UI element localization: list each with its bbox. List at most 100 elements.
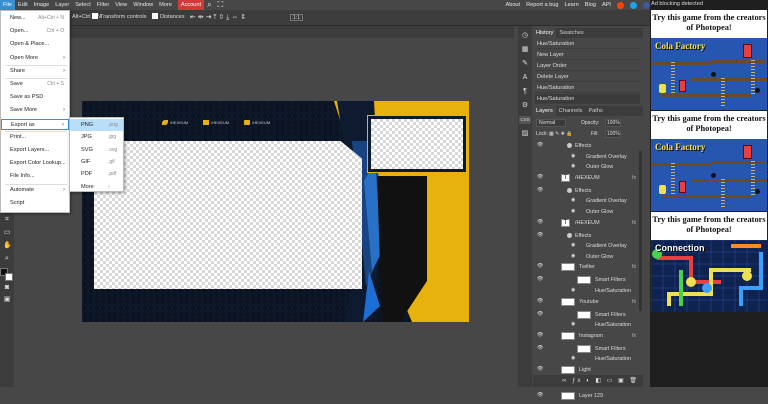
eye-icon[interactable]: ◉ <box>571 209 577 214</box>
menu-window[interactable]: Window <box>130 0 156 10</box>
layers-scrollbar[interactable] <box>639 151 642 311</box>
eye-icon[interactable]: ◉ <box>571 253 577 259</box>
file-menu-save-more[interactable]: Save More › <box>1 105 69 116</box>
export-svg[interactable]: SVG .svg <box>70 144 123 156</box>
eye-icon[interactable]: ◉ <box>571 356 577 361</box>
layer-row[interactable]: 👁 Effects <box>533 231 641 242</box>
history-icon[interactable]: ◷ <box>521 32 529 40</box>
link-about[interactable]: About <box>505 2 520 8</box>
eye-icon[interactable]: 👁 <box>537 264 543 269</box>
eye-icon[interactable]: 👁 <box>537 232 543 238</box>
history-item[interactable]: New Layer <box>535 50 640 60</box>
zoom-button[interactable]: 1:1 <box>290 14 303 21</box>
layer-row[interactable]: ◉ Gradient Overlay <box>533 152 641 163</box>
file-menu-export-as[interactable]: Export as › <box>1 118 69 130</box>
layer-row[interactable]: ◉ Hue/Saturation <box>533 286 641 297</box>
eye-icon[interactable]: 👁 <box>537 219 543 225</box>
file-menu-open-place[interactable]: Open & Place... <box>1 39 69 50</box>
fx-badge[interactable]: fx <box>632 262 636 272</box>
distances-toggle[interactable]: Distances <box>152 13 185 22</box>
align-icons[interactable]: ⇤ ⇹ ⇥ ⤒ ⇳ ⤓ ⇔ ⇕ <box>190 13 246 22</box>
eye-icon[interactable]: ◉ <box>571 164 577 169</box>
layer-row[interactable]: 👁 Smart Filters <box>533 275 641 286</box>
history-item[interactable]: Delete Layer <box>535 72 640 82</box>
design-canvas[interactable]: /HEXEUM /HEXEUM /HEXEUM <box>82 101 469 322</box>
transform-controls-toggle[interactable]: Transform controls <box>92 13 146 22</box>
fill-field[interactable]: 100% <box>605 130 621 138</box>
swatches-icon[interactable]: ▦ <box>521 46 529 54</box>
layer-row[interactable]: ◉ Outer Glow <box>533 162 641 173</box>
file-menu-export-color-lookup[interactable]: Export Color Lookup... <box>1 158 69 169</box>
menu-file[interactable]: File <box>0 0 16 10</box>
file-menu-save-as-psd[interactable]: Save as PSD <box>1 92 69 103</box>
layer-row[interactable]: 👁 Twitter fx <box>533 262 641 275</box>
layer-row[interactable]: 👁 Effects <box>533 186 641 197</box>
menu-image[interactable]: Image <box>31 0 53 10</box>
menu-view[interactable]: View <box>112 0 130 10</box>
layer-row[interactable]: 👁 Effects <box>533 141 641 152</box>
layer-row[interactable]: ◉ Outer Glow <box>533 252 641 263</box>
reddit-icon[interactable] <box>617 1 624 9</box>
ad-banner[interactable]: Try this game from the creators of Photo… <box>651 111 767 211</box>
layer-row[interactable]: ◉ Gradient Overlay <box>533 196 641 207</box>
file-menu-new[interactable]: New... Alt+Ctrl + N <box>1 13 69 24</box>
eye-icon[interactable]: ◉ <box>571 198 577 203</box>
eye-icon[interactable]: ◉ <box>571 288 577 293</box>
eye-icon[interactable]: ◉ <box>571 243 577 248</box>
search-icon[interactable]: ⌕ <box>204 0 214 10</box>
file-menu-print[interactable]: Print... <box>1 132 69 143</box>
eye-icon[interactable]: 👁 <box>537 143 543 148</box>
rectangle-icon[interactable]: ▭ <box>3 229 11 236</box>
layer-actions[interactable]: ∞ ƒx ◐ ◧ ▭ ▣ 🗑 <box>533 375 643 387</box>
layer-row[interactable]: 👁 T/HEXEUM fx <box>533 173 641 186</box>
facebook-icon[interactable] <box>643 1 650 9</box>
eye-icon[interactable]: 👁 <box>537 332 543 338</box>
eye-icon[interactable]: 👁 <box>537 277 543 282</box>
ad-banner[interactable]: Try this game from the creators of Photo… <box>651 10 767 110</box>
export-jpg[interactable]: JPG .jpg <box>70 131 123 143</box>
menu-more[interactable]: More <box>156 0 175 10</box>
export-pdf[interactable]: PDF .pdf <box>70 168 123 180</box>
fx-badge[interactable]: fx <box>632 218 636 228</box>
file-menu-save[interactable]: Save Ctrl + S <box>1 79 69 90</box>
file-menu-open-more[interactable]: Open More › <box>1 53 69 64</box>
quick-mask-icon[interactable]: ◙ <box>3 284 11 291</box>
eye-icon[interactable]: ◉ <box>571 322 577 327</box>
layer-row[interactable]: 👁 Layer 129 <box>533 391 641 404</box>
layer-row[interactable]: 👁 T/HEXEUM fx <box>533 218 641 231</box>
eye-icon[interactable]: 👁 <box>537 187 543 193</box>
tab-history[interactable]: History <box>533 28 557 38</box>
opacity-field[interactable]: 100% <box>605 119 621 127</box>
history-item[interactable]: Layer Order <box>535 61 640 71</box>
image-icon[interactable]: ▨ <box>521 130 529 138</box>
menu-filter[interactable]: Filter <box>94 0 112 10</box>
character-icon[interactable]: A <box>521 74 529 82</box>
link-learn[interactable]: Learn <box>564 2 578 8</box>
file-menu-automate[interactable]: Automate › <box>1 185 69 196</box>
layer-row[interactable]: 👁 Smart Filters <box>533 310 641 321</box>
fx-badge[interactable]: fx <box>632 297 636 307</box>
link-api[interactable]: API <box>602 2 611 8</box>
layer-row[interactable]: ◉ Gradient Overlay <box>533 241 641 252</box>
layer-row[interactable]: 👁 Youtube fx <box>533 297 641 310</box>
crop-icon[interactable]: ⌗ <box>3 216 11 223</box>
fullscreen-icon[interactable]: ⛶ <box>215 0 227 10</box>
tab-paths[interactable]: Paths <box>585 106 605 116</box>
eye-icon[interactable]: 👁 <box>537 345 543 351</box>
tab-layers[interactable]: Layers <box>533 106 556 116</box>
fx-badge[interactable]: fx <box>632 331 636 341</box>
zoom-icon[interactable]: ⌕ <box>3 255 11 262</box>
twitter-icon[interactable] <box>630 1 637 9</box>
eye-icon[interactable]: 👁 <box>537 393 543 398</box>
export-more[interactable]: More › <box>70 181 123 193</box>
file-menu-share[interactable]: Share › <box>1 66 69 77</box>
layer-row[interactable]: ◉ Hue/Saturation <box>533 320 641 331</box>
fx-badge[interactable]: fx <box>632 173 636 183</box>
link-report-a-bug[interactable]: Report a bug <box>526 2 558 8</box>
layer-row[interactable]: ◉ Hue/Saturation <box>533 354 641 365</box>
file-menu-export-layers[interactable]: Export Layers... <box>1 145 69 156</box>
lock-icons[interactable]: ▦ ✎ ✥ 🔒 <box>549 130 573 138</box>
menu-edit[interactable]: Edit <box>15 0 31 10</box>
eye-icon[interactable]: 👁 <box>537 367 543 372</box>
brush-icon[interactable]: ✎ <box>521 60 529 68</box>
